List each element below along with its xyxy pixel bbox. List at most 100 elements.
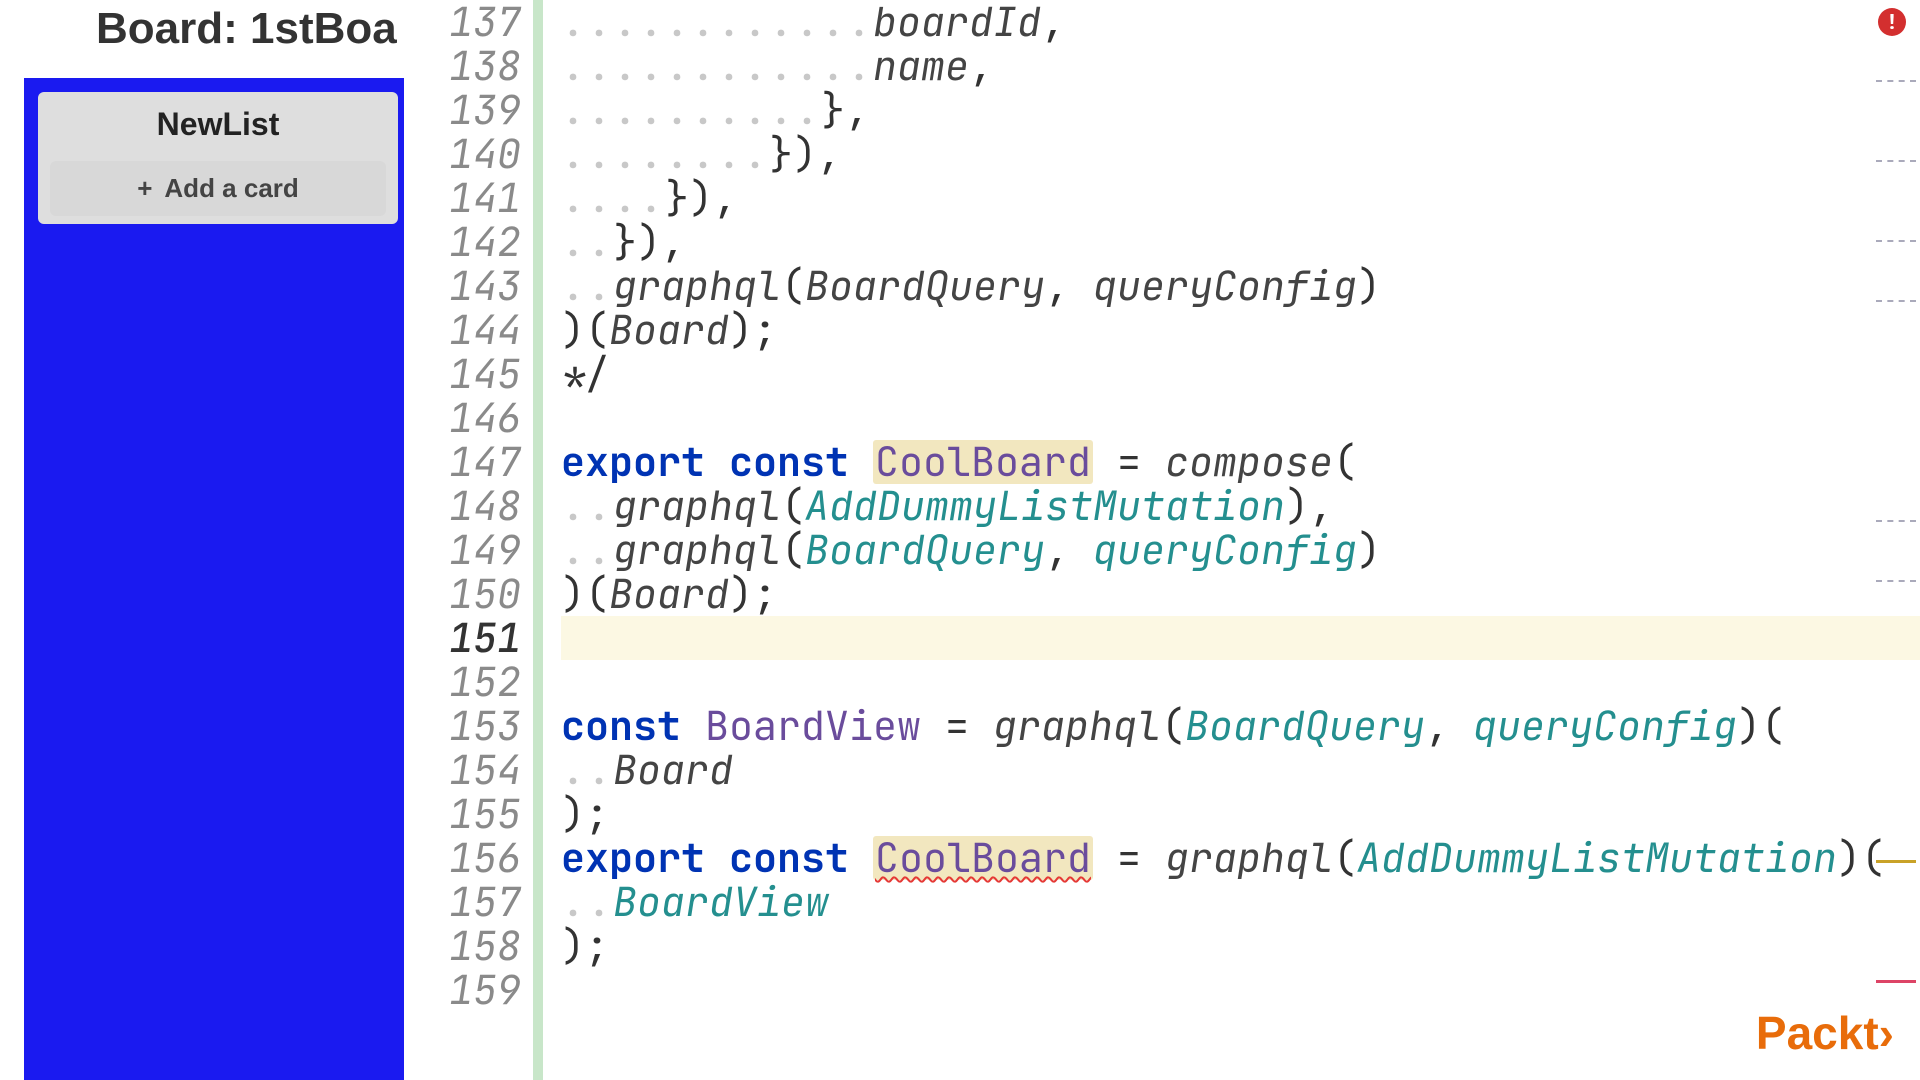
line-number: 141 xyxy=(405,176,521,220)
code-line[interactable]: ..graphql(AddDummyListMutation), xyxy=(561,484,1920,528)
code-editor[interactable]: 1371381391401411421431441451461471481491… xyxy=(405,0,1920,1080)
code-token: )( xyxy=(561,572,609,616)
code-line[interactable]: ............boardId, xyxy=(561,0,1920,44)
whitespace-indicator: .......... xyxy=(561,88,821,132)
code-line[interactable]: ..........}, xyxy=(561,88,1920,132)
code-line[interactable]: ..}), xyxy=(561,220,1920,264)
add-card-label: Add a card xyxy=(164,173,298,204)
code-token: ); xyxy=(729,308,777,352)
code-token: }), xyxy=(665,176,737,220)
code-line[interactable]: )(Board); xyxy=(561,572,1920,616)
code-line[interactable]: ..graphql(BoardQuery, queryConfig) xyxy=(561,264,1920,308)
code-line[interactable]: ............name, xyxy=(561,44,1920,88)
code-token: ( xyxy=(781,484,805,528)
board-area[interactable]: NewList + Add a card xyxy=(24,78,404,1080)
code-token: compose xyxy=(1165,440,1333,484)
line-number: 150 xyxy=(405,572,521,616)
code-token: export xyxy=(561,836,729,880)
add-card-button[interactable]: + Add a card xyxy=(50,161,386,216)
code-token: }, xyxy=(821,88,869,132)
code-area[interactable]: ............boardId,............name,...… xyxy=(543,0,1920,1080)
line-number: 147 xyxy=(405,440,521,484)
code-token: queryConfig xyxy=(1473,704,1737,748)
code-token: name xyxy=(873,44,969,88)
code-token: graphql xyxy=(1165,836,1333,880)
whitespace-indicator: .. xyxy=(561,880,613,924)
code-line[interactable]: )(Board); xyxy=(561,308,1920,352)
line-number: 156 xyxy=(405,836,521,880)
code-token: Board xyxy=(609,572,729,616)
code-token: , xyxy=(1425,704,1473,748)
code-line[interactable]: ); xyxy=(561,792,1920,836)
code-token: ) xyxy=(1357,528,1381,572)
line-number: 153 xyxy=(405,704,521,748)
whitespace-indicator: .. xyxy=(561,748,613,792)
plus-icon: + xyxy=(137,173,152,204)
line-number: 151 xyxy=(405,616,521,660)
code-token: BoardView xyxy=(705,704,921,748)
list-card: NewList + Add a card xyxy=(38,92,398,224)
whitespace-indicator: .. xyxy=(561,484,613,528)
line-number: 148 xyxy=(405,484,521,528)
code-token: AddDummyListMutation xyxy=(805,484,1285,528)
error-indicator-icon[interactable]: ! xyxy=(1878,8,1906,36)
code-line[interactable]: ..BoardView xyxy=(561,880,1920,924)
code-token: = xyxy=(1093,836,1165,880)
whitespace-indicator: .... xyxy=(561,176,665,220)
code-line[interactable]: ....}), xyxy=(561,176,1920,220)
line-number: 159 xyxy=(405,968,521,1012)
line-number: 145 xyxy=(405,352,521,396)
code-line[interactable] xyxy=(561,968,1920,1012)
line-number: 158 xyxy=(405,924,521,968)
brand-logo: Packt› xyxy=(1756,1006,1894,1060)
code-token: = xyxy=(921,704,993,748)
line-number: 138 xyxy=(405,44,521,88)
code-line[interactable]: ........}), xyxy=(561,132,1920,176)
code-token: }), xyxy=(769,132,841,176)
whitespace-indicator: ............ xyxy=(561,0,873,44)
code-token: const xyxy=(729,836,873,880)
code-token: export xyxy=(561,440,729,484)
code-line[interactable]: ); xyxy=(561,924,1920,968)
code-line[interactable]: */ xyxy=(561,352,1920,396)
line-number: 140 xyxy=(405,132,521,176)
code-token: BoardQuery xyxy=(1185,704,1425,748)
code-token: boardId xyxy=(873,0,1041,44)
code-token: queryConfig xyxy=(1093,528,1357,572)
whitespace-indicator: ............ xyxy=(561,44,873,88)
line-number: 149 xyxy=(405,528,521,572)
line-number: 146 xyxy=(405,396,521,440)
code-line[interactable]: ..graphql(BoardQuery, queryConfig) xyxy=(561,528,1920,572)
code-token: const xyxy=(729,440,873,484)
code-token: ); xyxy=(561,924,609,968)
line-number: 143 xyxy=(405,264,521,308)
code-line[interactable]: const BoardView = graphql(BoardQuery, qu… xyxy=(561,704,1920,748)
code-line[interactable] xyxy=(561,396,1920,440)
list-title: NewList xyxy=(50,106,386,143)
code-line[interactable]: ..Board xyxy=(561,748,1920,792)
code-token: AddDummyListMutation xyxy=(1357,836,1837,880)
code-token: CoolBoard xyxy=(873,440,1093,484)
minimap[interactable] xyxy=(1864,40,1920,1040)
code-token: , xyxy=(1045,264,1093,308)
code-line[interactable]: export const CoolBoard = compose( xyxy=(561,440,1920,484)
code-token: ( xyxy=(781,528,805,572)
code-line[interactable]: export const CoolBoard = graphql(AddDumm… xyxy=(561,836,1920,880)
line-number: 142 xyxy=(405,220,521,264)
code-line[interactable] xyxy=(561,616,1920,660)
code-token: BoardQuery xyxy=(805,264,1045,308)
code-token: graphql xyxy=(613,484,781,528)
whitespace-indicator: .. xyxy=(561,220,613,264)
line-number: 155 xyxy=(405,792,521,836)
code-token: graphql xyxy=(613,264,781,308)
code-token: , xyxy=(1045,528,1093,572)
code-token: const xyxy=(561,704,705,748)
code-token: queryConfig xyxy=(1093,264,1357,308)
board-title: Board: 1stBoa xyxy=(0,0,405,66)
code-line[interactable] xyxy=(561,660,1920,704)
line-number: 157 xyxy=(405,880,521,924)
code-token: }), xyxy=(613,220,685,264)
line-number: 139 xyxy=(405,88,521,132)
code-token: BoardView xyxy=(613,880,829,924)
code-token: */ xyxy=(561,352,609,396)
